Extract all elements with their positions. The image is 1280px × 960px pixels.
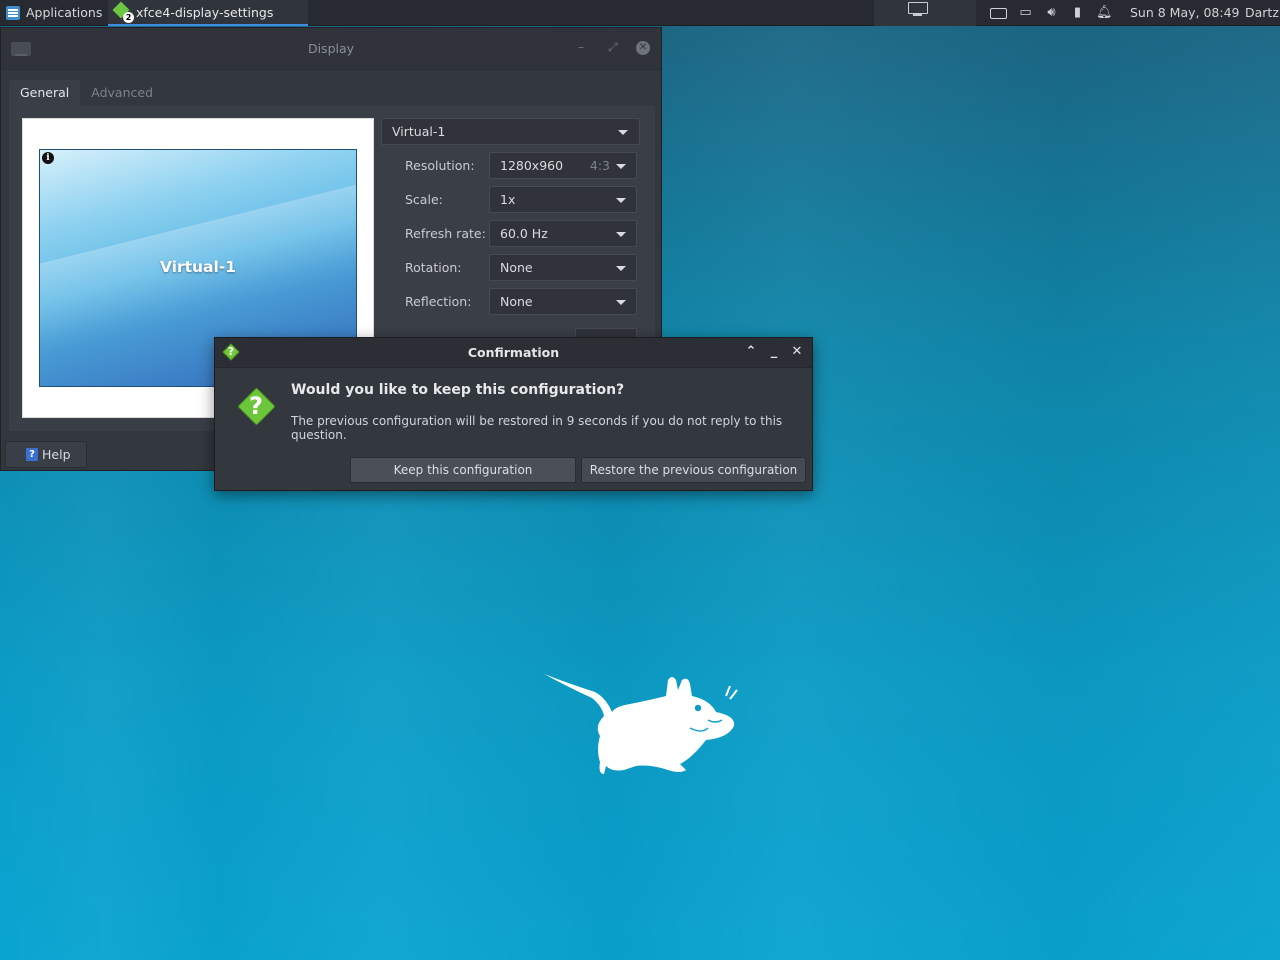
aspect-ratio: 4:3: [589, 158, 610, 173]
task-title: xfce4-display-settings: [136, 4, 274, 20]
refresh-rate-row: Refresh rate: 60.0 Hz: [405, 220, 645, 247]
close-icon[interactable]: ✕: [636, 41, 650, 55]
help-label: Help: [42, 447, 71, 462]
minimize-icon[interactable]: –: [578, 40, 584, 54]
resolution-label: Resolution:: [405, 158, 475, 173]
battery-icon[interactable]: ▮: [1070, 6, 1085, 20]
close-icon[interactable]: ✕: [790, 344, 804, 359]
refresh-rate-label: Refresh rate:: [405, 226, 486, 241]
refresh-rate-value: 60.0 Hz: [500, 226, 548, 241]
scale-label: Scale:: [405, 192, 443, 207]
question-large-icon: ?: [237, 387, 276, 426]
scale-value: 1x: [500, 192, 516, 207]
dialog-title: Confirmation: [467, 345, 560, 360]
help-icon: ?: [26, 448, 38, 461]
workspace-switcher[interactable]: [874, 0, 976, 26]
display-window-titlebar[interactable]: Display – ⤢ ✕: [1, 28, 661, 70]
keyboard-icon[interactable]: [990, 7, 1007, 19]
user-menu[interactable]: Dartz: [1245, 0, 1279, 26]
output-select[interactable]: Virtual-1: [381, 118, 640, 145]
minimize-icon[interactable]: _: [767, 344, 781, 359]
workspace-monitor-icon: [908, 2, 928, 16]
rotation-label: Rotation:: [405, 260, 462, 275]
system-tray: ▭ 🔊︎ ▮ 🔔︎: [990, 0, 1113, 26]
tab-general[interactable]: General: [9, 80, 81, 106]
help-button[interactable]: ? Help: [5, 441, 87, 468]
rotation-select[interactable]: None: [489, 254, 637, 281]
display-tabs: General Advanced: [9, 80, 164, 106]
applications-label: Applications: [26, 5, 103, 20]
chevron-down-icon: [616, 232, 626, 237]
confirmation-dialog: ? Confirmation ⌃ _ ✕ ? Would you like to…: [214, 337, 813, 491]
chevron-down-icon: [616, 164, 626, 169]
dialog-heading: Would you like to keep this configuratio…: [291, 382, 625, 398]
chevron-down-icon: [618, 130, 628, 135]
refresh-rate-select[interactable]: 60.0 Hz: [489, 220, 637, 247]
volume-icon[interactable]: 🔊︎: [1044, 6, 1059, 20]
reflection-select[interactable]: None: [489, 288, 637, 315]
output-select-value: Virtual-1: [392, 124, 446, 139]
dialog-message: The previous configuration will be resto…: [291, 414, 783, 442]
task-count-badge: 2: [123, 12, 134, 23]
chevron-down-icon: [616, 198, 626, 203]
rotation-value: None: [500, 260, 533, 275]
scale-row: Scale: 1x: [405, 186, 645, 213]
clock[interactable]: Sun 8 May, 08:49: [1130, 0, 1240, 26]
keep-configuration-button[interactable]: Keep this configuration: [350, 457, 576, 483]
taskbar-button-display-settings[interactable]: 2 xfce4-display-settings: [108, 0, 308, 26]
chevron-down-icon: [616, 300, 626, 305]
chevron-up-icon[interactable]: ⌃: [744, 344, 758, 359]
applications-menu-icon: [6, 5, 20, 20]
top-panel: Applications ⋮ 2 xfce4-display-settings …: [0, 0, 1280, 26]
rotation-row: Rotation: None: [405, 254, 645, 281]
display-window-title: Display: [307, 41, 355, 56]
display-settings-task-icon: 2: [112, 1, 134, 23]
window-icon[interactable]: ▭: [1018, 6, 1033, 20]
scale-select[interactable]: 1x: [489, 186, 637, 213]
monitor-label: Virtual-1: [159, 258, 237, 276]
chevron-down-icon: [616, 266, 626, 271]
resolution-value: 1280x960: [500, 158, 564, 173]
info-icon[interactable]: i: [42, 152, 54, 164]
resolution-select[interactable]: 1280x960 4:3: [489, 152, 637, 179]
xfce-mouse-logo: [544, 674, 738, 774]
restore-configuration-button[interactable]: Restore the previous configuration: [581, 457, 806, 483]
resolution-row: Resolution: 1280x960 4:3: [405, 152, 645, 179]
maximize-icon[interactable]: ⤢: [608, 40, 618, 55]
tab-advanced[interactable]: Advanced: [80, 80, 164, 106]
dialog-titlebar[interactable]: ? Confirmation ⌃ _ ✕: [215, 338, 812, 368]
reflection-row: Reflection: None: [405, 288, 645, 315]
reflection-value: None: [500, 294, 533, 309]
notification-bell-icon[interactable]: 🔔︎: [1096, 6, 1113, 20]
reflection-label: Reflection:: [405, 294, 472, 309]
